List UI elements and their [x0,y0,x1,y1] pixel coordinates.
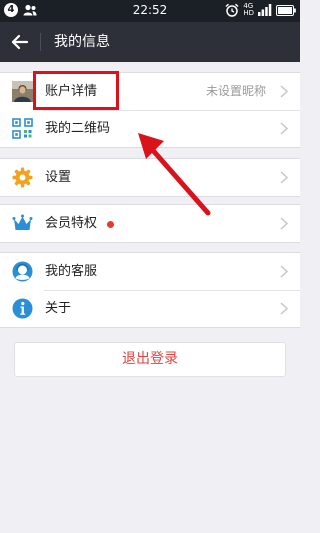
back-arrow-icon[interactable] [8,30,32,54]
info-icon [12,298,33,319]
settings-label: 设置 [45,170,72,185]
avatar-icon [12,81,33,102]
chevron-right-icon [280,217,288,230]
customer-service-row[interactable]: 我的客服 [0,253,300,290]
nickname-value: 未设置昵称 [205,84,266,98]
crown-icon [12,214,33,230]
chevron-right-icon [280,265,288,278]
qr-code-icon [12,118,33,139]
chevron-right-icon [280,85,288,98]
chevron-right-icon [280,171,288,184]
annotation-highlight-box [33,71,119,110]
chevron-right-icon [280,122,288,135]
page-title: 我的信息 [54,34,110,50]
battery-icon [276,4,296,16]
title-divider [40,33,41,51]
gear-icon [12,167,33,188]
about-label: 关于 [45,301,72,316]
support-group: 我的客服 关于 [0,252,300,328]
status-bar: 4 22:52 4G HD [0,0,300,22]
customer-service-icon [12,261,33,282]
about-row[interactable]: 关于 [0,290,300,327]
network-sub-label: HD [243,9,254,17]
annotation-arrow [138,133,211,216]
new-badge-dot [107,221,114,228]
status-right: 4G HD [225,3,296,17]
signal-strength-icon [258,4,272,16]
network-type-indicator: 4G HD [243,3,254,17]
logout-button[interactable]: 退出登录 [14,342,286,377]
qr-code-label: 我的二维码 [45,121,111,136]
membership-label: 会员特权 [45,216,98,231]
title-bar: 我的信息 [0,22,300,62]
chevron-right-icon [280,302,288,315]
alarm-clock-icon [225,3,239,17]
customer-service-label: 我的客服 [45,264,98,279]
